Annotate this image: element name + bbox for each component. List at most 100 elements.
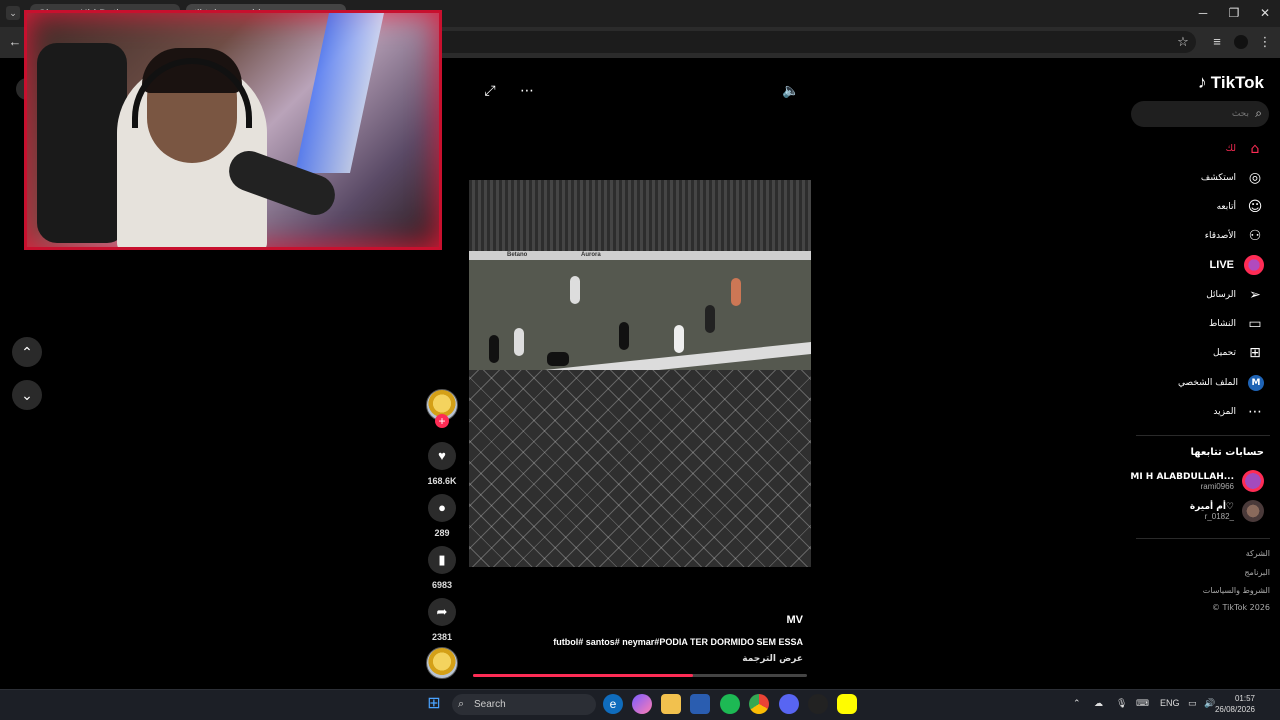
following-account-1[interactable]: MI H ALABDULLAH... rami0966 [1130,470,1264,492]
account-name: MI H ALABDULLAH... [1130,471,1234,482]
browser-menu-icon[interactable]: ⋮ [1256,33,1274,51]
show-hidden-icons-chevron-icon[interactable]: ⌃ [1073,698,1081,709]
search-input[interactable] [1141,104,1249,124]
account-avatar [1242,470,1264,492]
nav-label: الملف الشخصي [1178,378,1238,388]
sound-disc-avatar[interactable] [426,647,458,679]
footer-company-link[interactable]: الشركة [1246,549,1270,558]
following-account-2[interactable]: أم أميرة♡ r_0182_ [1190,500,1264,522]
webcam-overlay [24,10,442,250]
author-name[interactable]: MV [787,614,804,626]
close-button[interactable]: ✕ [1250,4,1280,22]
network-icon[interactable]: ▭ [1188,698,1197,709]
video-player[interactable]: Betano Aurora [469,180,811,567]
compass-icon: ◎ [1248,170,1262,186]
footer-copyright: © TikTok 2026 [1212,603,1270,612]
share-count: 2381 [431,632,453,642]
video-progress-bar[interactable] [473,674,807,677]
keyboard-icon[interactable]: ⌨ [1136,698,1149,709]
nav-label: النشاط [1208,319,1236,329]
bookmark-star-icon[interactable]: ☆ [1174,33,1192,51]
share-arrow-icon: ➦ [436,604,448,619]
nav-profile[interactable]: الملف الشخصي M [1178,373,1264,393]
tab-search-button[interactable]: ⌄ [6,6,20,20]
next-video-button[interactable]: ⌄ [12,380,42,410]
search-icon[interactable]: ⌕ [1255,106,1262,121]
windows-start-icon[interactable]: ⊞ [424,694,444,714]
follow-plus-button[interactable]: + [435,414,449,428]
snapchat-icon[interactable] [837,694,857,714]
previous-video-button[interactable]: ⌃ [12,337,42,367]
nav-label: LIVE [1209,259,1234,271]
video-caption: futbol# santos# neymar#PODIA TER DORMIDO… [553,637,803,647]
progress-fill [473,674,694,677]
store-icon[interactable] [690,694,710,714]
onedrive-icon[interactable]: ☁ [1094,698,1103,709]
nav-label: أتابعه [1216,202,1236,212]
home-icon: ⌂ [1250,141,1260,157]
more-options-icon[interactable]: ⋯ [517,80,537,100]
minimize-button[interactable]: ─ [1188,4,1218,22]
account-username: r_0182_ [1204,511,1234,521]
ad-board-betano: Betano [507,252,528,258]
taskbar-search[interactable]: ⌕ Search [452,694,596,715]
maximize-button[interactable]: ❐ [1219,4,1249,22]
live-icon [1244,255,1264,275]
nav-label: الأصدقاء [1204,231,1236,241]
nav-label: لك [1225,144,1236,154]
copilot-icon[interactable] [632,694,652,714]
search-icon: ⌕ [458,698,465,710]
speaker-icon[interactable]: 🔊 [1204,698,1215,709]
account-username: rami0966 [1200,481,1234,491]
language-indicator[interactable]: ENG [1160,698,1180,708]
search-box: ⌕ [1131,101,1269,127]
profile-avatar[interactable] [1234,35,1248,49]
discord-icon[interactable] [779,694,799,714]
nav-upload[interactable]: تحميل ⊞ [1213,343,1264,363]
footer-program-link[interactable]: البرنامج [1244,568,1270,577]
see-translation-link[interactable]: عرض الترجمة [742,654,803,664]
nav-for-you[interactable]: لك ⌂ [1226,139,1264,159]
system-clock[interactable]: 01:57 26/08/2026 [1215,693,1255,715]
edge-icon[interactable]: e [603,694,623,714]
following-icon: ☺ [1247,199,1263,215]
file-explorer-icon[interactable] [661,694,681,714]
footer-terms-link[interactable]: الشروط والسياسات [1203,586,1270,595]
bookmark-icon: ▮ [438,552,446,567]
nav-following[interactable]: أتابعه ☺ [1217,197,1264,217]
volume-icon[interactable]: 🔈 [781,80,801,100]
upload-icon: ⊞ [1249,345,1261,361]
share-button[interactable]: ➦ [428,598,456,626]
nav-explore[interactable]: استكشف ◎ [1201,168,1264,188]
like-button[interactable]: ♥ [428,442,456,470]
clock-date: 26/08/2026 [1214,705,1255,714]
like-count: 168.6K [427,476,457,486]
spotify-icon[interactable] [720,694,740,714]
microphone-icon[interactable]: 🎙 [1116,698,1127,709]
comment-button[interactable]: ● [428,494,456,522]
nav-more[interactable]: المزيد ⋯ [1213,402,1264,422]
fullscreen-icon[interactable]: ⤢ [480,80,500,100]
activity-icon: ▭ [1248,316,1262,332]
nav-friends[interactable]: الأصدقاء ⚇ [1205,226,1264,246]
friends-icon: ⚇ [1248,228,1262,244]
nav-label: تحميل [1212,348,1236,358]
nav-label: استكشف [1200,173,1236,183]
profile-icon: M [1248,375,1264,391]
nav-messages[interactable]: الرسائل ➢ [1206,285,1264,305]
back-arrow-icon[interactable]: ← [6,33,24,51]
nav-label: الرسائل [1206,290,1236,300]
heart-icon: ♥ [438,448,446,463]
media-controls-icon[interactable]: ≡ [1208,33,1226,51]
obs-icon[interactable] [808,694,828,714]
chrome-icon[interactable] [749,694,769,714]
divider [1136,538,1270,539]
nav-live[interactable]: LIVE [1210,255,1264,275]
comment-icon: ● [438,500,446,515]
save-button[interactable]: ▮ [428,546,456,574]
logo-text: TikTok [1210,73,1264,92]
tiktok-logo[interactable]: ♪ TikTok [1198,72,1264,93]
nav-activity[interactable]: النشاط ▭ [1209,314,1264,334]
comment-count: 289 [434,528,450,538]
clock-time: 01:57 [1234,694,1255,703]
